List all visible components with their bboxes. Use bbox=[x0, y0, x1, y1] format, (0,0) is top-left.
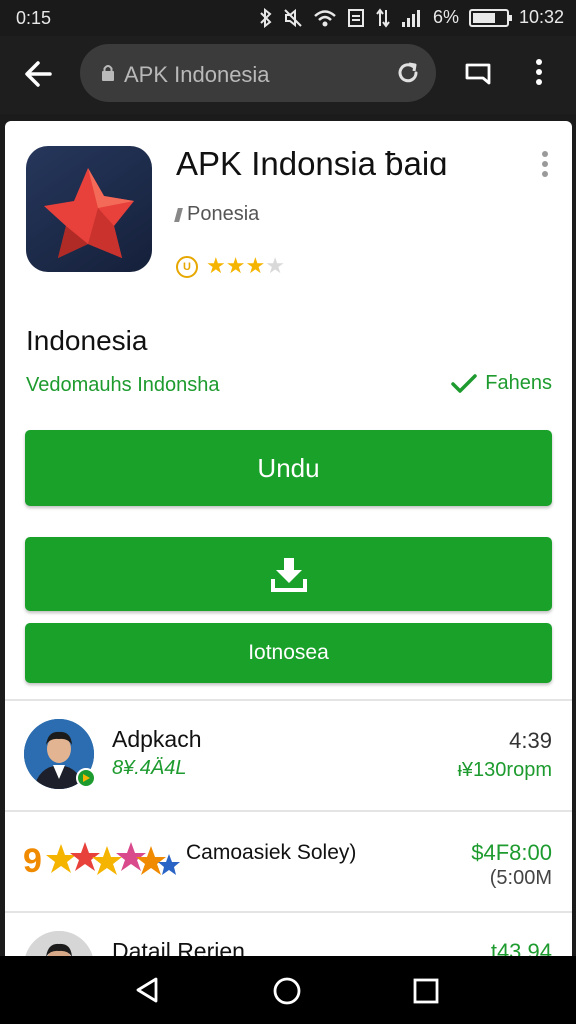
bluetooth-icon bbox=[260, 7, 272, 28]
secondary-button[interactable]: Iotnosea bbox=[25, 623, 552, 683]
list-item-name[interactable]: Camoasiek Soley) bbox=[186, 841, 356, 865]
nav-back-icon[interactable] bbox=[134, 976, 160, 1004]
nav-home-icon[interactable] bbox=[272, 976, 302, 1006]
svg-text:9: 9 bbox=[23, 842, 42, 880]
verified-text: Fahens bbox=[485, 372, 552, 394]
primary-download-label: Undu bbox=[257, 452, 320, 483]
secondary-button-label: Iotnosea bbox=[248, 641, 329, 664]
reload-icon[interactable] bbox=[394, 59, 422, 87]
app-more-icon[interactable] bbox=[541, 151, 549, 177]
list-item-price: ᵻ¥130ropm bbox=[457, 759, 552, 781]
star-filled-icon: ★ bbox=[225, 253, 246, 278]
rating: U ★★★★ bbox=[176, 255, 285, 278]
star-filled-icon: ★ bbox=[206, 253, 226, 278]
section-subtitle[interactable]: Vedomauhs Indonsha bbox=[26, 374, 220, 397]
star-filled-icon: ★ bbox=[245, 253, 266, 278]
primary-download-button[interactable]: Undu bbox=[25, 430, 552, 506]
browser-toolbar: APK Indonesia bbox=[0, 36, 576, 114]
developer-icon bbox=[174, 207, 183, 222]
list-item-name[interactable]: Datail Rerien bbox=[112, 938, 245, 956]
star-logo-icon bbox=[44, 168, 134, 258]
avatar bbox=[24, 931, 94, 956]
check-icon bbox=[451, 373, 478, 393]
download-icon-button[interactable] bbox=[25, 537, 552, 611]
signal-icon bbox=[401, 9, 420, 27]
verified-label: Fahens bbox=[451, 372, 552, 395]
overflow-menu-icon[interactable] bbox=[535, 58, 543, 86]
battery-level bbox=[472, 12, 496, 23]
nfc-icon bbox=[347, 8, 364, 27]
nav-recents-icon[interactable] bbox=[413, 978, 439, 1004]
address-bar[interactable]: APK Indonesia bbox=[80, 44, 436, 102]
star-empty-icon: ★ bbox=[265, 253, 285, 278]
developer-name: Ponesia bbox=[187, 203, 260, 225]
list-item-price: $4F8:00 bbox=[471, 840, 552, 865]
person-avatar-icon bbox=[24, 931, 94, 956]
list-item-time: (5:00M bbox=[489, 867, 552, 889]
divider bbox=[5, 911, 572, 913]
system-nav-bar bbox=[0, 956, 576, 1024]
data-icon bbox=[376, 7, 390, 28]
list-item-sub: 8¥.4Ä4L bbox=[112, 757, 187, 779]
status-clock: 10:32 bbox=[518, 7, 564, 27]
status-bar: 0:15 6% 10:32 bbox=[0, 0, 576, 36]
rating-badge-icon: U bbox=[176, 255, 198, 278]
page-content: APK Indonsia ƀaiɑ Ponesia U ★★★★ Indones… bbox=[5, 121, 572, 956]
battery-icon bbox=[468, 8, 512, 27]
online-badge-icon bbox=[76, 768, 96, 788]
developer-label[interactable]: Ponesia bbox=[174, 203, 260, 226]
back-arrow-icon[interactable] bbox=[20, 56, 56, 92]
divider bbox=[5, 810, 572, 812]
wifi-icon bbox=[314, 9, 336, 26]
list-item-price: t43 94 bbox=[490, 939, 552, 956]
tabs-icon[interactable] bbox=[464, 62, 492, 86]
app-icon bbox=[26, 146, 152, 272]
download-icon bbox=[270, 558, 307, 592]
list-item-time: 4:39 bbox=[509, 728, 552, 753]
battery-percent: 6% bbox=[432, 7, 459, 27]
mute-icon bbox=[284, 8, 302, 27]
stars-banner-icon: 9 bbox=[23, 842, 180, 880]
lock-icon bbox=[102, 65, 114, 81]
app-title: APK Indonsia ƀaiɑ bbox=[176, 145, 448, 182]
list-item-name[interactable]: Adpkach bbox=[112, 726, 202, 753]
rating-stars: ★★★★ bbox=[206, 255, 285, 278]
status-icons: 6% 10:32 bbox=[259, 7, 564, 28]
section-title: Indonesia bbox=[26, 325, 148, 356]
url-text: APK Indonesia bbox=[124, 62, 270, 87]
status-time: 0:15 bbox=[16, 8, 52, 28]
divider bbox=[5, 699, 572, 701]
